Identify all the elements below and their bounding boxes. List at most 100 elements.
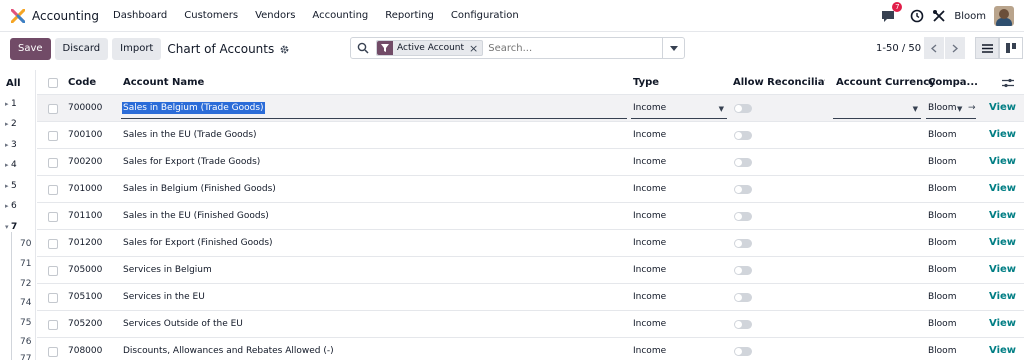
reconcile-toggle[interactable] [734,212,752,221]
menu-configuration[interactable]: Configuration [451,10,519,21]
table-row[interactable]: 701100 Sales in the EU (Finished Goods) … [37,203,1024,230]
tools-icon[interactable] [932,9,946,23]
view-link[interactable]: View [989,183,1016,194]
reconcile-toggle[interactable] [734,293,752,302]
table-row[interactable]: 700200 Sales for Export (Trade Goods) In… [37,149,1024,176]
remove-facet-icon[interactable]: × [469,42,482,55]
pager-next-button[interactable] [945,37,965,59]
user-avatar[interactable] [994,6,1014,26]
chat-icon[interactable]: 7 [880,2,903,24]
view-link[interactable]: View [989,210,1016,221]
sidebar-subgroup-72[interactable]: 72 [20,279,31,289]
menu-accounting[interactable]: Accounting [312,10,368,21]
view-link[interactable]: View [989,291,1016,302]
sidebar-group-1[interactable]: ▸ 1 [5,99,17,109]
optional-columns-icon[interactable] [1002,77,1014,89]
sidebar-group-4[interactable]: ▸ 4 [5,160,17,170]
company-switcher[interactable]: Bloom [954,11,986,22]
gear-icon[interactable] [280,45,289,54]
menu-reporting[interactable]: Reporting [385,10,434,21]
reconcile-toggle[interactable] [734,104,752,113]
row-checkbox[interactable] [48,131,58,141]
arrow-right-icon[interactable]: → [968,103,976,113]
list-view-button[interactable] [975,37,999,59]
row-checkbox[interactable] [48,266,58,276]
company-select[interactable]: Bloom ▼ → [926,98,976,119]
sidebar-subgroup-74[interactable]: 74 [20,298,31,308]
view-link[interactable]: View [989,102,1016,113]
row-checkbox[interactable] [48,212,58,222]
table-row[interactable]: 708000 Discounts, Allowances and Rebates… [37,338,1024,360]
menu-vendors[interactable]: Vendors [255,10,295,21]
reconcile-toggle[interactable] [734,320,752,329]
table-row[interactable]: 705200 Services Outside of the EU Income… [37,311,1024,338]
column-code[interactable]: Code [68,77,96,88]
select-all-checkbox[interactable] [48,78,58,88]
pager-value[interactable]: 1-50 / 50 [876,43,921,54]
sidebar-item-all[interactable]: All [6,78,21,89]
sidebar-group-7[interactable]: ▾ 7 [5,222,17,232]
sidebar-subgroup-75[interactable]: 75 [20,318,31,328]
account-type: Income [633,238,667,248]
column-allow-reconciliation[interactable]: Allow Reconciliati... [733,77,825,88]
view-link[interactable]: View [989,318,1016,329]
view-link[interactable]: View [989,129,1016,140]
reconcile-toggle[interactable] [734,347,752,356]
menu-dashboard[interactable]: Dashboard [113,10,167,21]
row-checkbox[interactable] [48,158,58,168]
row-checkbox[interactable] [48,185,58,195]
reconcile-toggle[interactable] [734,185,752,194]
sidebar-subgroup-70[interactable]: 70 [20,239,31,249]
view-link[interactable]: View [989,156,1016,167]
table-row[interactable]: 705000 Services in Belgium Income Bloom … [37,257,1024,284]
view-link[interactable]: View [989,345,1016,356]
table-row[interactable]: 705100 Services in the EU Income Bloom V… [37,284,1024,311]
account-name-selected-text[interactable]: Sales in Belgium (Trade Goods) [122,102,265,114]
account-name: Sales for Export (Trade Goods) [123,157,261,167]
discard-button[interactable]: Discard [54,38,109,60]
menu-customers[interactable]: Customers [184,10,238,21]
row-checkbox[interactable] [48,347,58,357]
accounting-app-icon[interactable] [11,8,25,23]
sidebar-group-5[interactable]: ▸ 5 [5,181,17,191]
pager-previous-button[interactable] [924,37,944,59]
sidebar-group-3[interactable]: ▸ 3 [5,140,17,150]
search-input[interactable] [488,42,669,54]
row-checkbox[interactable] [48,293,58,303]
table-row[interactable]: 700100 Sales in the EU (Trade Goods) Inc… [37,122,1024,149]
row-checkbox[interactable] [48,104,58,114]
import-button[interactable]: Import [112,38,162,60]
table-header: Code Account Name Type Allow Reconciliat… [37,70,1024,95]
view-link[interactable]: View [989,237,1016,248]
filter-facet[interactable]: Active Account × [376,40,484,56]
table-row[interactable]: 700000 Sales in Belgium (Trade Goods) In… [37,95,1024,122]
reconcile-toggle[interactable] [734,266,752,275]
table-row[interactable]: 701000 Sales in Belgium (Finished Goods)… [37,176,1024,203]
reconcile-toggle[interactable] [734,158,752,167]
column-type[interactable]: Type [633,77,659,88]
row-checkbox[interactable] [48,239,58,249]
save-button[interactable]: Save [10,38,51,60]
sidebar-group-2[interactable]: ▸ 2 [5,119,17,129]
clock-icon[interactable] [910,9,924,23]
search-bar: Active Account × [350,37,685,59]
reconcile-toggle[interactable] [734,131,752,140]
currency-select[interactable]: ▼ [833,98,921,119]
row-checkbox[interactable] [48,320,58,330]
sidebar-subgroup-77[interactable]: 77 [20,354,31,360]
search-options-toggle[interactable] [662,38,684,58]
column-company[interactable]: Compa... [928,77,978,88]
account-code[interactable]: 700000 [68,103,102,113]
sidebar-subgroup-71[interactable]: 71 [20,259,31,269]
reconcile-toggle[interactable] [734,239,752,248]
type-select[interactable]: Income ▼ [631,98,727,119]
sidebar-subgroup-76[interactable]: 76 [20,337,31,347]
column-account-name[interactable]: Account Name [123,77,204,88]
view-link[interactable]: View [989,264,1016,275]
table-row[interactable]: 701200 Sales for Export (Finished Goods)… [37,230,1024,257]
kanban-view-button[interactable] [999,37,1023,59]
sidebar-group-6[interactable]: ▸ 6 [5,201,17,211]
account-name-input[interactable]: Sales in Belgium (Trade Goods) [121,98,627,119]
column-account-currency[interactable]: Account Currency [836,77,936,88]
app-name[interactable]: Accounting [32,9,99,23]
